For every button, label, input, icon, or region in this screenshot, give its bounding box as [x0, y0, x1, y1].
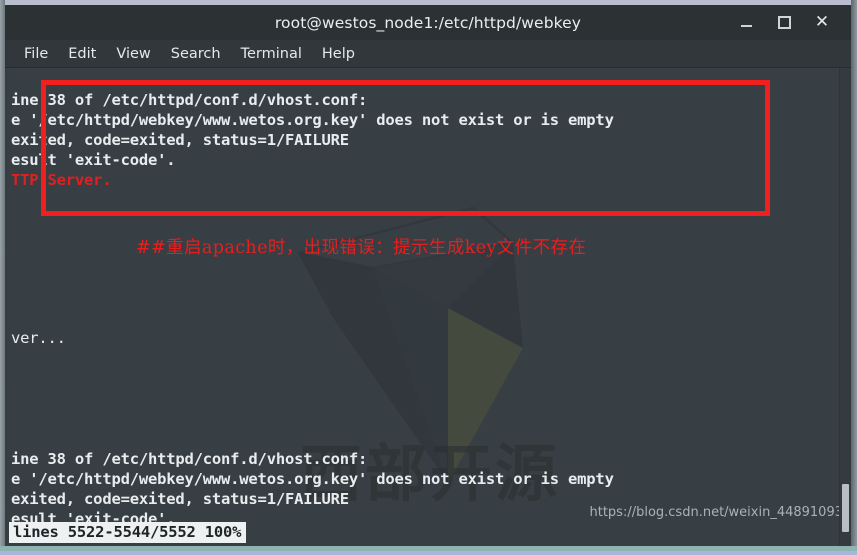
terminal-line-top-4: esult 'exit-code'. — [11, 151, 176, 169]
terminal-window: root@westos_node1:/etc/httpd/webkey ✕ Fi… — [0, 0, 857, 555]
window-frame-bottom-accent — [0, 551, 857, 555]
close-icon: ✕ — [814, 12, 830, 32]
menu-item-edit[interactable]: Edit — [58, 46, 106, 62]
minimize-button[interactable] — [735, 12, 757, 34]
minimize-icon — [740, 25, 752, 27]
menu-item-file[interactable]: File — [14, 46, 58, 62]
terminal-line-top-1: ine 38 of /etc/httpd/conf.d/vhost.conf: — [11, 91, 368, 109]
terminal-line-top-5: TTP Server. — [11, 171, 112, 189]
window-controls: ✕ — [735, 5, 843, 40]
window-frame-right — [851, 0, 857, 555]
chinese-annotation-note: ##重启apache时，出现错误：提示生成key文件不存在 — [136, 238, 587, 258]
terminal-scrollbar-thumb[interactable] — [842, 484, 849, 532]
terminal-line-top-2: e '/etc/httpd/webkey/www.wetos.org.key' … — [11, 111, 614, 129]
menubar: File Edit View Search Terminal Help — [5, 40, 851, 68]
menu-item-help[interactable]: Help — [312, 46, 365, 62]
terminal-line-bottom-2: e '/etc/httpd/webkey/www.wetos.org.key' … — [11, 470, 614, 488]
maximize-button[interactable] — [773, 12, 795, 34]
terminal-line-top-3: exited, code=exited, status=1/FAILURE — [11, 131, 349, 149]
menu-item-search[interactable]: Search — [161, 46, 231, 62]
terminal-line-middle: ver... — [11, 329, 66, 347]
terminal-content[interactable]: 西部开源 ine 38 of /etc/httpd/conf.d/vhost.c… — [5, 68, 851, 546]
window-title: root@westos_node1:/etc/httpd/webkey — [274, 13, 582, 32]
maximize-icon — [777, 16, 791, 29]
menu-item-view[interactable]: View — [106, 46, 160, 62]
menu-item-terminal[interactable]: Terminal — [231, 46, 312, 62]
terminal-scrollbar[interactable] — [839, 68, 851, 546]
pager-status-line: lines 5522-5544/5552 100% — [9, 522, 247, 543]
terminal-line-bottom-1: ine 38 of /etc/httpd/conf.d/vhost.conf: — [11, 450, 368, 468]
titlebar[interactable]: root@westos_node1:/etc/httpd/webkey ✕ — [5, 5, 851, 41]
close-button[interactable]: ✕ — [811, 12, 833, 34]
terminal-line-bottom-3: exited, code=exited, status=1/FAILURE — [11, 490, 349, 508]
csdn-url-watermark: https://blog.csdn.net/weixin_44891093 — [589, 505, 843, 520]
